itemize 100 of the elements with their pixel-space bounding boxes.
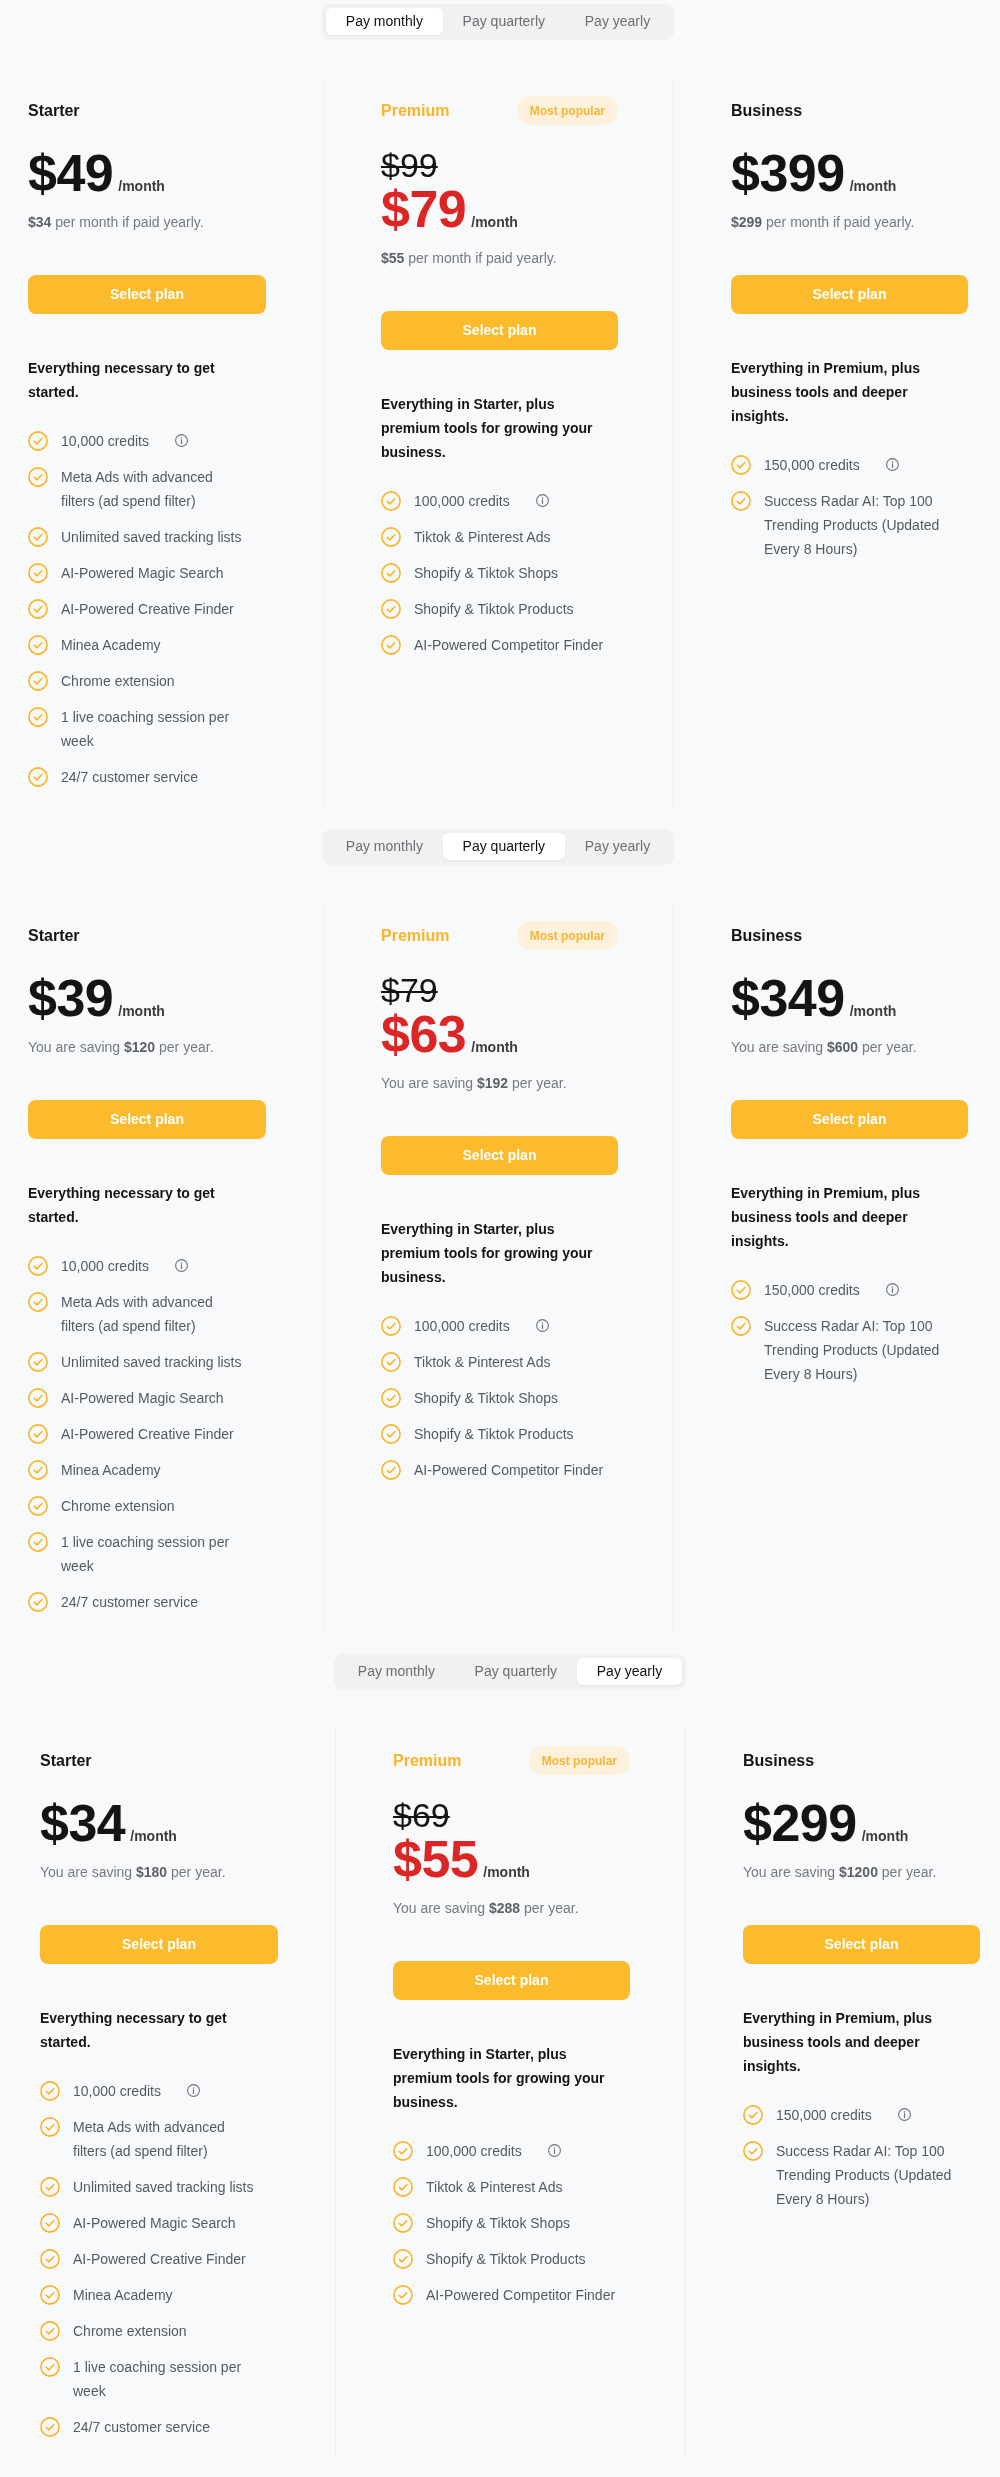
feature-text: 24/7 customer service [61, 1593, 198, 1612]
check-icon [28, 671, 48, 691]
check-icon [381, 527, 401, 547]
check-icon [28, 527, 48, 547]
check-icon [28, 467, 48, 487]
feature-text: Tiktok & Pinterest Ads [426, 2178, 563, 2197]
feature-text: Unlimited saved tracking lists [61, 528, 242, 547]
check-icon [381, 599, 401, 619]
popular-badge: Most popular [516, 921, 618, 950]
check-icon [381, 1388, 401, 1408]
check-icon [40, 2081, 60, 2101]
feature-text: Minea Academy [61, 636, 161, 655]
check-icon [28, 707, 48, 727]
feature-text: Shopify & Tiktok Products [414, 1425, 574, 1444]
info-icon[interactable] [174, 434, 188, 447]
check-icon [28, 1352, 48, 1372]
check-icon [381, 1460, 401, 1480]
price-note: You are saving $600 per year. [731, 1038, 918, 1057]
feature-text: 100,000 credits [426, 2142, 522, 2161]
popular-badge: Most popular [516, 96, 618, 125]
check-icon [381, 1424, 401, 1444]
feature-text: 1 live coaching session per week [61, 1533, 231, 1576]
price: $34 [40, 1797, 126, 1849]
feature-text: AI-Powered Magic Search [73, 2214, 236, 2233]
plan-name: Premium [381, 925, 450, 946]
check-icon [40, 2213, 60, 2233]
check-icon [381, 1316, 401, 1336]
feature-text: Shopify & Tiktok Products [426, 2250, 586, 2269]
billing-tab[interactable]: Pay monthly [338, 1658, 455, 1685]
price-note: You are saving $180 per year. [40, 1863, 227, 1882]
feature-text: AI-Powered Competitor Finder [414, 636, 604, 655]
price: $49 [28, 147, 114, 199]
feature-text: Unlimited saved tracking lists [61, 1353, 242, 1372]
feature-text: Tiktok & Pinterest Ads [414, 1353, 551, 1372]
info-icon[interactable] [186, 2084, 200, 2097]
feature-text: Shopify & Tiktok Shops [414, 1389, 558, 1408]
check-icon [381, 635, 401, 655]
check-icon [28, 1592, 48, 1612]
price: $399 [731, 147, 845, 199]
info-icon[interactable] [897, 2108, 911, 2121]
plan-summary: Everything in Starter, plus premium tools for growing your business. [381, 1220, 594, 1287]
check-icon [40, 2417, 60, 2437]
feature-text: 1 live coaching session per week [61, 708, 231, 751]
check-icon [28, 1496, 48, 1516]
period-label: /month [471, 213, 518, 232]
check-icon [381, 491, 401, 511]
check-icon [393, 2177, 413, 2197]
plan-name: Business [731, 925, 803, 946]
popular-badge: Most popular [528, 1746, 630, 1775]
billing-tab[interactable]: Pay quarterly [442, 833, 565, 860]
period-label: /month [471, 1038, 518, 1057]
period-label: /month [130, 1827, 177, 1846]
period-label: /month [861, 1827, 909, 1846]
billing-tab[interactable]: Pay monthly [326, 833, 443, 860]
feature-text: 10,000 credits [61, 1257, 149, 1276]
feature-text: AI-Powered Competitor Finder [426, 2286, 616, 2305]
info-icon[interactable] [535, 494, 549, 507]
info-icon[interactable] [885, 1283, 899, 1296]
feature-text: AI-Powered Creative Finder [61, 1425, 234, 1444]
feature-text: Success Radar AI: Top 100 Trending Products (Updated Every 8 Hours) [764, 492, 941, 559]
check-icon [40, 2285, 60, 2305]
info-icon[interactable] [547, 2144, 561, 2157]
plan-summary: Everything in Starter, plus premium tools for growing your business. [381, 395, 594, 462]
check-icon [743, 2105, 763, 2125]
billing-tab[interactable]: Pay monthly [326, 8, 443, 35]
info-icon[interactable] [174, 1259, 188, 1272]
feature-text: 150,000 credits [776, 2106, 872, 2125]
plan-name: Premium [381, 100, 450, 121]
price: $39 [28, 972, 114, 1024]
feature-text: 10,000 credits [61, 432, 149, 451]
billing-tab[interactable]: Pay quarterly [454, 1658, 577, 1685]
check-icon [393, 2213, 413, 2233]
billing-tab[interactable]: Pay yearly [564, 8, 670, 35]
check-icon [731, 491, 751, 511]
original-price: $69 [393, 1797, 450, 1833]
check-icon [28, 1532, 48, 1552]
check-icon [28, 1424, 48, 1444]
feature-text: Meta Ads with advanced filters (ad spend filter) [73, 2118, 226, 2161]
plan-summary: Everything in Premium, plus business tools and deeper insights. [731, 359, 922, 426]
check-icon [731, 1280, 751, 1300]
billing-tab[interactable]: Pay quarterly [442, 8, 565, 35]
check-icon [731, 1316, 751, 1336]
check-icon [40, 2117, 60, 2137]
check-icon [28, 1388, 48, 1408]
feature-text: Minea Academy [61, 1461, 161, 1480]
period-label: /month [849, 177, 897, 196]
check-icon [28, 1256, 48, 1276]
check-icon [28, 599, 48, 619]
check-icon [28, 431, 48, 451]
feature-text: Tiktok & Pinterest Ads [414, 528, 551, 547]
feature-text: Success Radar AI: Top 100 Trending Products (Updated Every 8 Hours) [776, 2142, 953, 2209]
info-icon[interactable] [885, 458, 899, 471]
billing-tab[interactable]: Pay yearly [564, 833, 670, 860]
feature-text: 100,000 credits [414, 1317, 510, 1336]
info-icon[interactable] [535, 1319, 549, 1332]
feature-text: Meta Ads with advanced filters (ad spend filter) [61, 1293, 214, 1336]
price: $55 [393, 1833, 479, 1885]
billing-tab[interactable]: Pay yearly [576, 1658, 682, 1685]
check-icon [28, 1460, 48, 1480]
plan-name: Premium [393, 1750, 462, 1771]
